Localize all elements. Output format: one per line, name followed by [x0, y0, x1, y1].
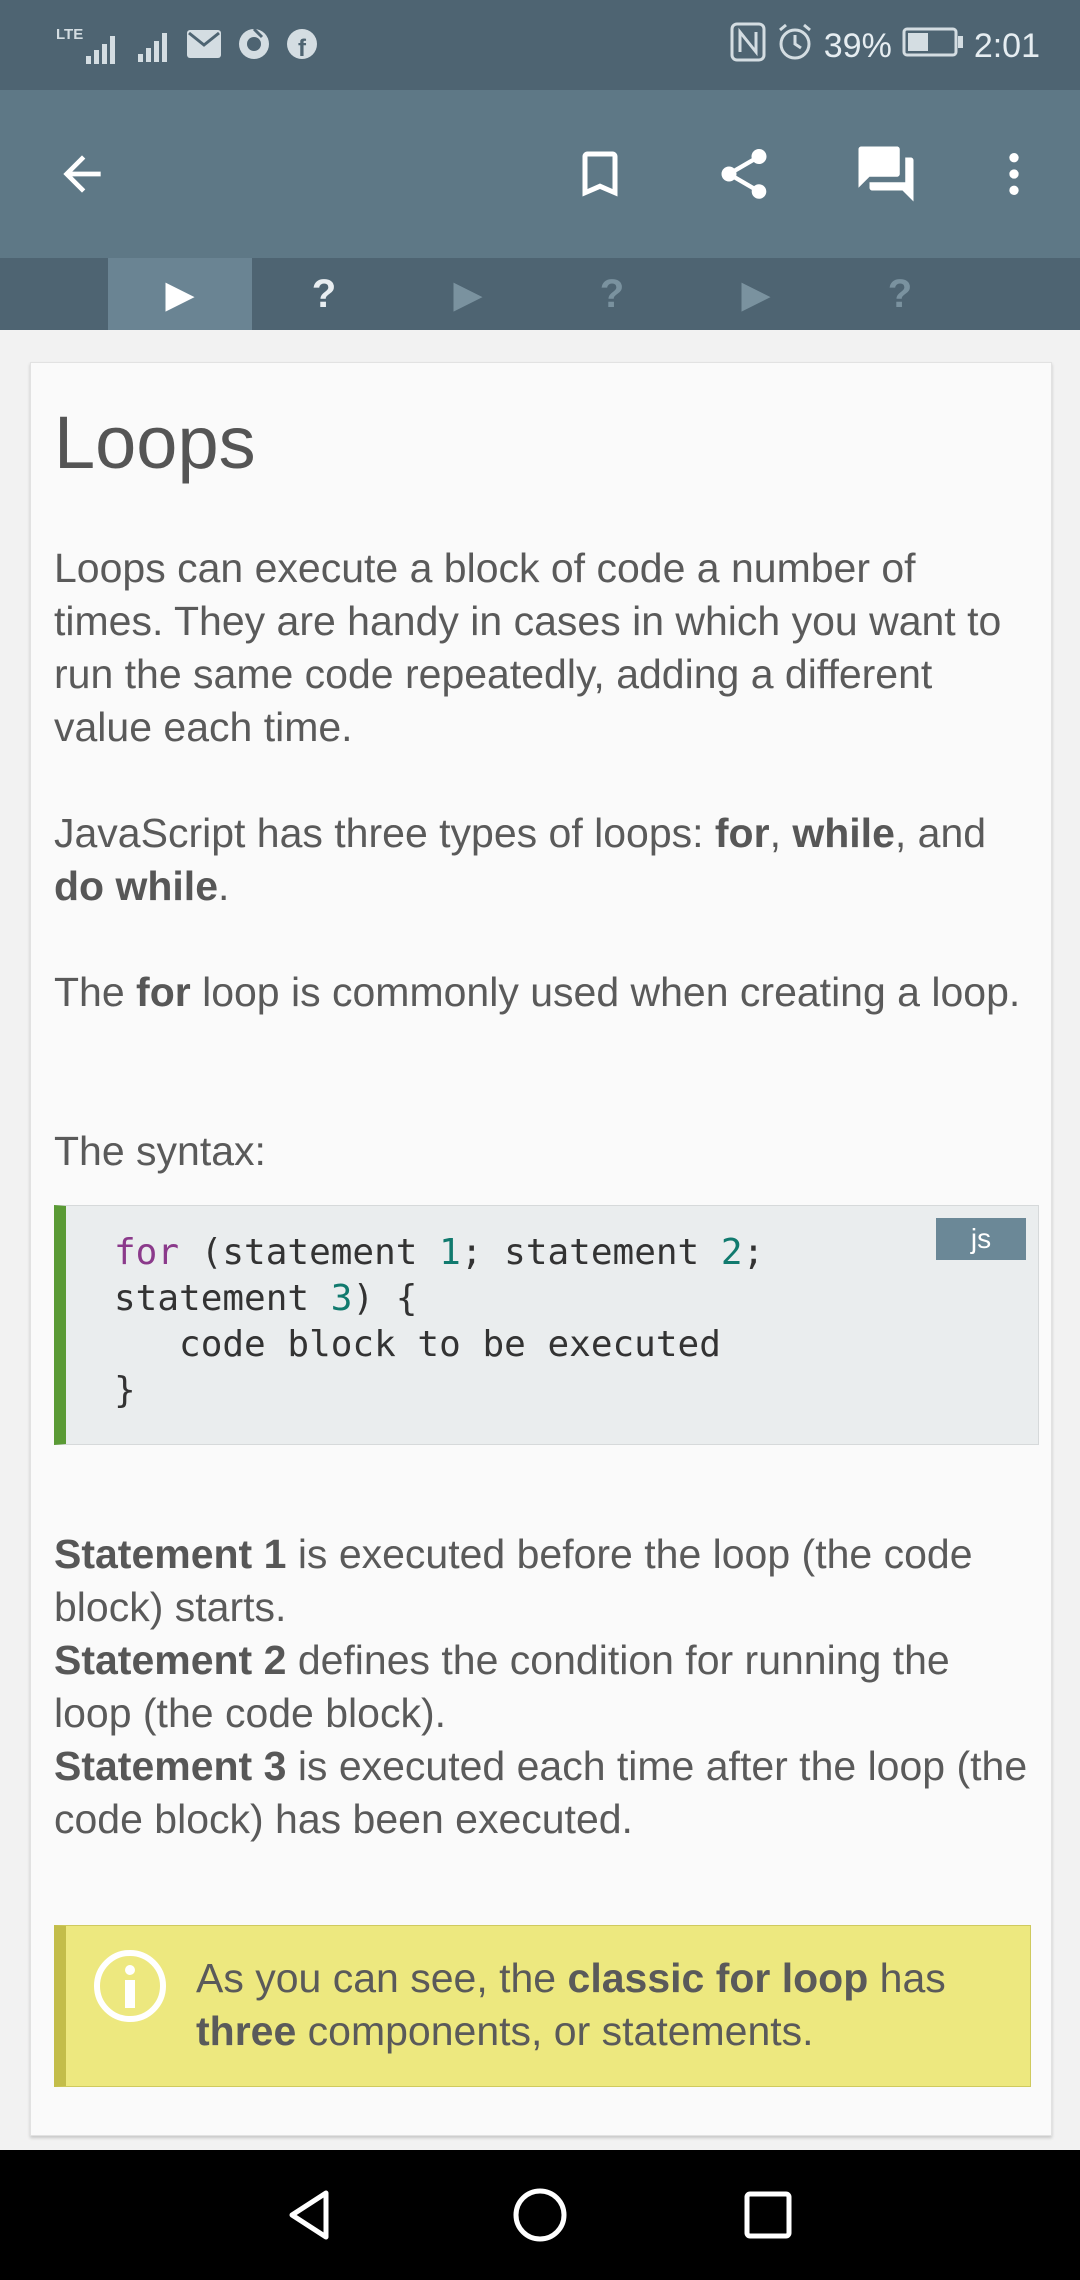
for-loop-paragraph: The for loop is commonly used when creat…: [54, 966, 1034, 1019]
code-number: 3: [330, 1278, 353, 1319]
more-options-button[interactable]: [970, 130, 1058, 218]
comments-button[interactable]: [842, 130, 930, 218]
step-6-quiz[interactable]: ?: [828, 258, 972, 330]
lte-signal-icon: LTE: [56, 26, 122, 66]
lesson-title: Loops: [54, 401, 256, 484]
nav-home-button[interactable]: [500, 2175, 580, 2255]
battery-percent: 39%: [823, 26, 892, 65]
status-left: LTE f: [56, 24, 320, 68]
system-nav-bar: [0, 2150, 1080, 2280]
code-segment: ;: [742, 1232, 765, 1273]
play-icon: ▶: [741, 273, 771, 316]
battery-icon: [902, 26, 964, 67]
alarm-icon: [776, 22, 814, 71]
lesson-step-bar: ▶ ? ▶ ? ▶ ?: [0, 258, 1080, 330]
more-vert-icon: [1009, 153, 1019, 195]
code-language-badge[interactable]: js: [936, 1218, 1026, 1260]
code-keyword: for: [114, 1232, 180, 1273]
keyword-do-while: do while: [54, 863, 218, 909]
code-number: 1: [439, 1232, 461, 1273]
tip-emphasis: three: [196, 2008, 297, 2054]
tip-middle: has: [868, 1955, 946, 2001]
code-segment: ) {: [352, 1278, 418, 1319]
intro-paragraph: Loops can execute a block of code a numb…: [54, 545, 1002, 750]
arrow-back-icon: [63, 155, 101, 193]
tip-emphasis: classic for loop: [567, 1955, 869, 2001]
clock-time: 2:01: [973, 26, 1040, 65]
loop-types-paragraph: JavaScript has three types of loops: for…: [54, 807, 1034, 913]
code-line: }: [114, 1370, 136, 1411]
for-prefix: The: [54, 969, 137, 1015]
code-text: for (statement 1; statement 2; statement…: [114, 1230, 764, 1414]
nav-back-icon: [289, 2190, 329, 2240]
statement-3-paragraph: Statement 3 is executed each time after …: [54, 1740, 1034, 1846]
sync-icon: [236, 26, 272, 67]
tip-prefix: As you can see, the: [196, 1955, 568, 2001]
tip-suffix: components, or statements.: [296, 2008, 814, 2054]
bookmark-icon: [582, 151, 618, 197]
nav-recents-button[interactable]: [728, 2175, 808, 2255]
for-suffix: loop is commonly used when creating a lo…: [190, 969, 1021, 1015]
question-icon: ?: [311, 271, 337, 316]
statement-2-label: Statement 2: [54, 1637, 287, 1683]
nfc-icon: [730, 22, 766, 71]
play-icon: ▶: [165, 273, 195, 316]
separator: , and: [894, 810, 987, 856]
question-icon: ?: [887, 271, 913, 316]
facebook-icon: f: [284, 26, 320, 67]
mail-icon: [186, 26, 224, 67]
bookmark-button[interactable]: [556, 130, 644, 218]
keyword-for: for: [714, 810, 770, 856]
question-icon: ?: [599, 271, 625, 316]
tip-text: As you can see, the classic for loop has…: [196, 1952, 1006, 2058]
period: .: [218, 863, 230, 909]
info-icon: [94, 1950, 166, 2022]
code-segment: (statement: [179, 1232, 440, 1273]
app-bar: [0, 90, 1080, 258]
status-right: 39% 2:01: [730, 22, 1040, 71]
signal-icon: [134, 24, 174, 69]
share-icon: [721, 149, 767, 199]
code-number: 2: [720, 1232, 743, 1273]
nav-home-icon: [513, 2188, 567, 2242]
step-4-quiz[interactable]: ?: [540, 258, 684, 330]
back-button[interactable]: [38, 130, 126, 218]
statement-2-paragraph: Statement 2 defines the condition for ru…: [54, 1634, 1034, 1740]
loop-types-text: JavaScript has three types of loops:: [54, 810, 715, 856]
statement-1-label: Statement 1: [54, 1531, 287, 1577]
keyword-for: for: [136, 969, 191, 1015]
play-icon: ▶: [453, 273, 483, 316]
nav-back-button[interactable]: [270, 2175, 350, 2255]
nav-recents-icon: [744, 2191, 792, 2239]
step-2-quiz[interactable]: ?: [252, 258, 396, 330]
step-5-lesson[interactable]: ▶: [684, 258, 828, 330]
code-line: code block to be executed: [114, 1324, 721, 1365]
comments-icon: [858, 146, 914, 202]
share-button[interactable]: [700, 130, 788, 218]
code-segment: ; statement: [460, 1232, 721, 1273]
code-segment: statement: [114, 1278, 331, 1319]
code-block: for (statement 1; statement 2; statement…: [54, 1205, 1039, 1445]
info-tip-box: As you can see, the classic for loop has…: [54, 1925, 1031, 2087]
syntax-label: The syntax:: [54, 1128, 266, 1174]
statement-3-label: Statement 3: [54, 1743, 287, 1789]
step-1-lesson[interactable]: ▶: [108, 258, 252, 330]
svg-text:f: f: [298, 35, 307, 62]
step-3-lesson[interactable]: ▶: [396, 258, 540, 330]
status-bar: LTE f 39% 2:01: [0, 0, 1080, 90]
separator: ,: [769, 810, 793, 856]
keyword-while: while: [792, 810, 895, 856]
statement-1-paragraph: Statement 1 is executed before the loop …: [54, 1528, 1034, 1634]
